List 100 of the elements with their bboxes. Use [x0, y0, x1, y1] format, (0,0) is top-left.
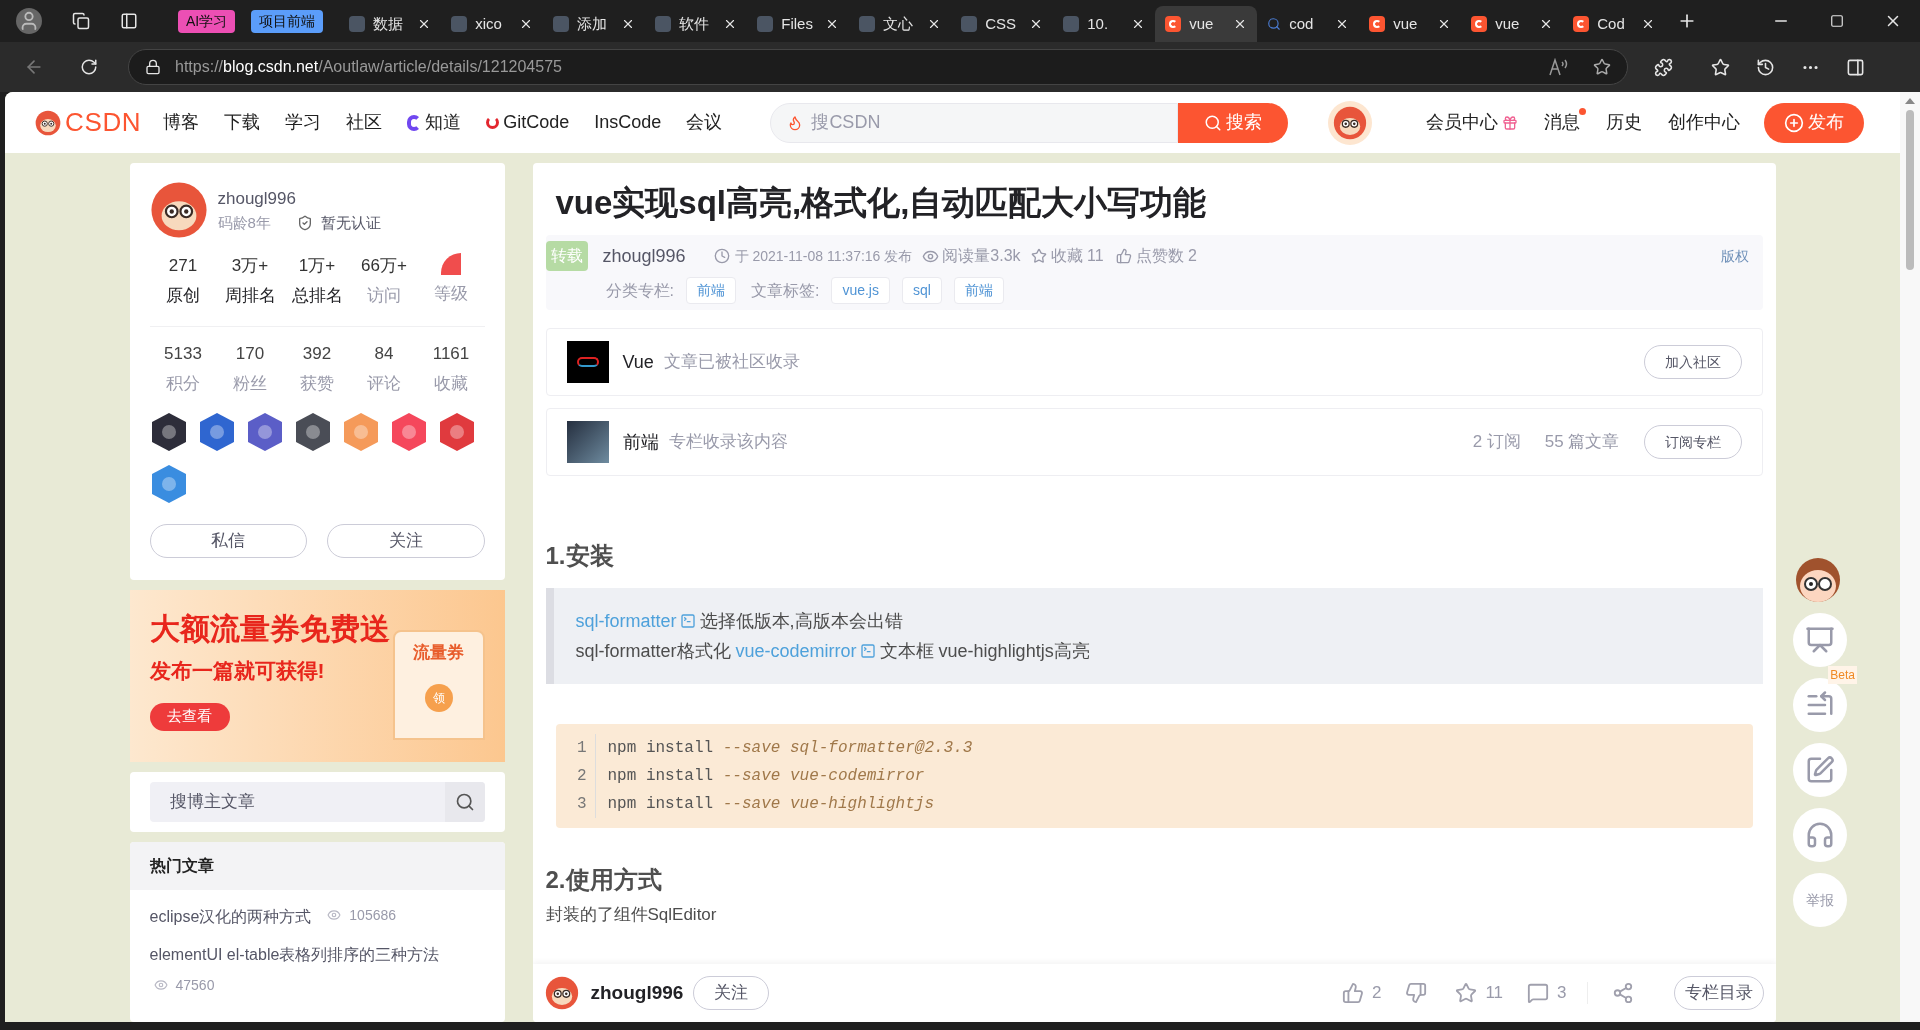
- tab-title: CSS: [985, 13, 1018, 34]
- header-link[interactable]: 历史: [1606, 109, 1643, 136]
- author-name[interactable]: zhougl996: [217, 186, 381, 212]
- nav-link[interactable]: 会议: [686, 109, 723, 136]
- promo-banner[interactable]: 大额流量券免费送 发布一篇就可获得! 去查看 流量券 领: [129, 590, 505, 762]
- browser-tab[interactable]: cod: [1257, 6, 1360, 42]
- favorite-icon[interactable]: [1593, 58, 1611, 76]
- line-number: 3: [555, 790, 596, 818]
- stat-value: 3万+: [231, 255, 269, 277]
- workspaces-icon[interactable]: [72, 12, 90, 30]
- banner-button[interactable]: 去查看: [149, 702, 230, 731]
- layout-tool-button[interactable]: [1793, 678, 1847, 732]
- gift-icon: [1502, 114, 1519, 131]
- sidebar-icon[interactable]: [120, 12, 138, 30]
- profile-icon[interactable]: [16, 8, 42, 34]
- support-button[interactable]: [1793, 808, 1847, 862]
- browser-tab[interactable]: Files: [747, 6, 850, 42]
- plus-circle-icon: [1784, 112, 1805, 133]
- column-name[interactable]: 前端: [622, 428, 659, 456]
- tab-title: 软件: [679, 13, 711, 34]
- tab-group-label[interactable]: AI学习: [178, 9, 236, 33]
- share-icon[interactable]: [1611, 982, 1634, 1004]
- achievement-badge-icon[interactable]: [149, 412, 188, 452]
- nav-link[interactable]: InsCode: [594, 109, 662, 136]
- star-icon[interactable]: [1455, 982, 1478, 1004]
- like-count: 点赞数 2: [1135, 246, 1197, 266]
- sidebar-toggle-icon[interactable]: [1846, 57, 1865, 77]
- address-field[interactable]: https://blog.csdn.net/Aoutlaw/article/details/121204575: [128, 49, 1628, 85]
- author-avatar: [544, 976, 579, 1010]
- nav-link[interactable]: 学习: [285, 109, 322, 136]
- thumbs-down-icon[interactable]: [1405, 982, 1428, 1004]
- nav-link[interactable]: GitCode: [503, 109, 570, 136]
- terminal-icon: [859, 643, 876, 659]
- author-name[interactable]: zhougl996: [590, 978, 684, 1008]
- nav-link[interactable]: 知道: [425, 109, 462, 136]
- search-icon[interactable]: [444, 782, 485, 822]
- profile-button[interactable]: 私信: [149, 524, 307, 558]
- browser-tab[interactable]: vue: [1461, 6, 1564, 42]
- history-icon[interactable]: [1756, 57, 1775, 77]
- browser-tab[interactable]: xico: [441, 6, 544, 42]
- comment-icon[interactable]: [1527, 982, 1550, 1004]
- c-logo-icon: [1369, 16, 1386, 32]
- reload-icon[interactable]: [80, 58, 98, 76]
- article-title: vue实现sql高亮,格式化,自动匹配大小写功能: [555, 183, 1208, 223]
- tab-group-label[interactable]: 项目前端: [251, 9, 324, 33]
- tab-title: 文心: [883, 13, 915, 34]
- stat-label[interactable]: 原创: [166, 282, 200, 308]
- extensions-icon[interactable]: [1654, 57, 1673, 77]
- c-logo-icon: [1471, 16, 1488, 32]
- site-icon: [655, 16, 672, 32]
- nav-link[interactable]: 下载: [224, 109, 261, 136]
- browser-tab[interactable]: 文心: [849, 6, 952, 42]
- coupon-seal: 领: [424, 683, 453, 712]
- browser-tab[interactable]: 软件: [645, 6, 748, 42]
- article-link[interactable]: elementUI el-table表格列排序的三种方法: [149, 946, 440, 963]
- site-icon: [451, 16, 468, 32]
- site-icon: [859, 16, 876, 32]
- browser-tab[interactable]: vue: [1359, 6, 1462, 42]
- browser-tab[interactable]: vue: [1155, 6, 1258, 42]
- stat-value: 84: [374, 343, 394, 365]
- header-link[interactable]: 消息: [1544, 109, 1581, 136]
- tab-title: Files: [781, 13, 814, 34]
- favorites-icon[interactable]: [1711, 57, 1730, 77]
- stat-label[interactable]: 周排名: [224, 282, 276, 308]
- blog-search-field[interactable]: 搜博主文章: [149, 782, 485, 822]
- maximize-icon[interactable]: [1830, 14, 1844, 28]
- scrollbar[interactable]: [1900, 92, 1920, 1022]
- eye-icon: [153, 978, 168, 992]
- search-placeholder: 搜CSDN: [811, 111, 881, 134]
- nav-link[interactable]: 社区: [346, 109, 383, 136]
- tab-title: Cod: [1597, 13, 1626, 34]
- browser-tab[interactable]: 添加: [543, 6, 646, 42]
- header-link[interactable]: 创作中心: [1668, 109, 1741, 136]
- browser-tab[interactable]: 10.: [1053, 6, 1156, 42]
- clock-icon: [713, 248, 730, 264]
- site-icon: [961, 16, 978, 32]
- browser-tab[interactable]: Cod: [1563, 6, 1666, 42]
- browser-tab[interactable]: CSS: [951, 6, 1054, 42]
- header-link[interactable]: 会员中心: [1426, 109, 1499, 136]
- stat-value: 66万+: [361, 255, 407, 277]
- site-icon: [757, 16, 774, 32]
- community-name[interactable]: Vue: [622, 348, 654, 376]
- author-name[interactable]: zhougl996: [602, 242, 686, 270]
- article-link[interactable]: eclipse汉化的两种方式: [149, 908, 312, 925]
- tags-label: 文章标签:: [750, 280, 820, 301]
- read-aloud-icon[interactable]: [1549, 58, 1569, 76]
- stat-value: 1万+: [298, 255, 336, 277]
- tab-title: vue: [1189, 13, 1215, 34]
- line-number: 2: [555, 762, 596, 790]
- thumbs-up-icon[interactable]: [1341, 982, 1364, 1004]
- beta-badge: Beta: [1828, 666, 1857, 684]
- paragraph: 封装的了组件SqlEditor: [545, 904, 718, 926]
- favorite-count: 11: [1485, 982, 1504, 1005]
- terminal-icon: [679, 613, 696, 629]
- write-tool-button[interactable]: [1793, 743, 1847, 797]
- article-count: 55 篇文章: [1544, 431, 1620, 454]
- nav-link[interactable]: 博客: [163, 109, 200, 136]
- stat-label[interactable]: 总排名: [291, 282, 343, 308]
- browser-tab[interactable]: 数据: [339, 6, 442, 42]
- achievement-badge-icon[interactable]: [293, 412, 332, 452]
